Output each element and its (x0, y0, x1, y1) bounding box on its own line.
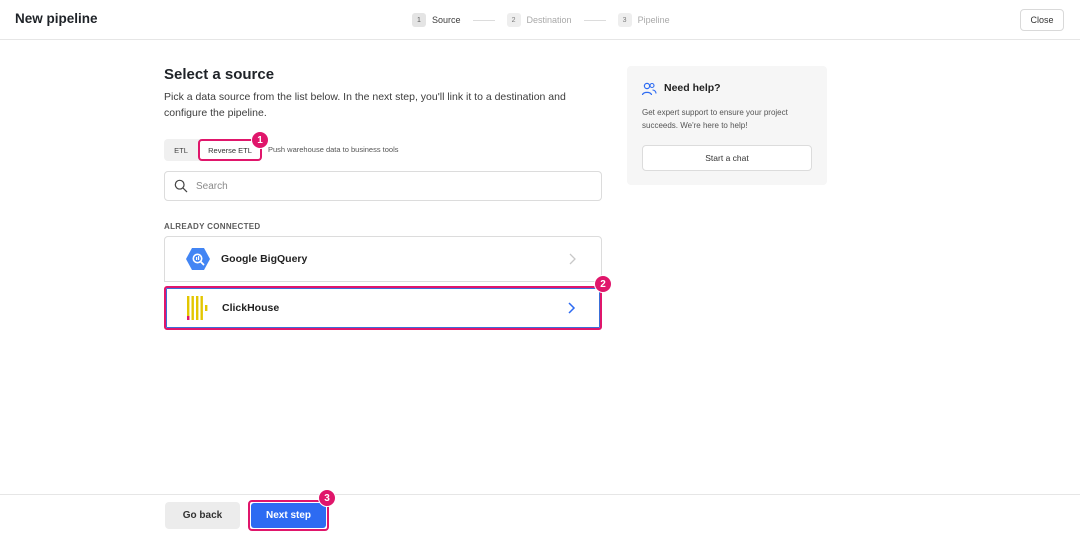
help-title: Need help? (664, 82, 721, 94)
annotation-marker-3: 3 (318, 489, 336, 507)
people-icon (641, 82, 657, 96)
source-name: Google BigQuery (221, 253, 308, 265)
source-type-tabs: ETL Reverse ETL (164, 139, 262, 161)
next-step-highlight: Next step (248, 500, 329, 531)
go-back-button[interactable]: Go back (165, 502, 240, 529)
page-title: Select a source (164, 66, 275, 83)
page-header-title: New pipeline (15, 11, 98, 26)
step-label: Source (432, 15, 461, 25)
source-item-google-bigquery[interactable]: Google BigQuery (164, 236, 602, 282)
help-panel: Need help? Get expert support to ensure … (627, 66, 827, 185)
step-pipeline: 3 Pipeline (617, 13, 670, 27)
footer-bar: Go back Next step (0, 494, 1080, 534)
step-destination: 2 Destination (506, 13, 572, 27)
next-step-button[interactable]: Next step (251, 503, 326, 528)
annotation-marker-1: 1 (251, 131, 269, 149)
search-icon (174, 179, 188, 193)
chevron-right-icon (568, 302, 576, 314)
clickhouse-icon (186, 295, 212, 321)
step-source: 1 Source (412, 13, 461, 27)
help-text: Get expert support to ensure your projec… (642, 108, 788, 130)
tab-hint: Push warehouse data to business tools (268, 145, 399, 154)
annotation-marker-2: 2 (594, 275, 612, 293)
step-number: 3 (617, 13, 632, 27)
search-box[interactable] (164, 171, 602, 201)
step-number: 2 (506, 13, 521, 27)
step-connector (472, 19, 495, 21)
top-bar: New pipeline 1 Source 2 Destination 3 Pi… (0, 0, 1080, 40)
section-label: ALREADY CONNECTED (164, 222, 261, 231)
tab-etl[interactable]: ETL (164, 139, 198, 161)
chevron-right-icon (569, 253, 576, 265)
step-number: 1 (412, 13, 426, 27)
page-description: Pick a data source from the list below. … (164, 91, 566, 119)
source-name: ClickHouse (222, 302, 280, 314)
bigquery-icon (185, 246, 211, 272)
close-button[interactable]: Close (1020, 9, 1064, 31)
step-label: Pipeline (637, 15, 670, 25)
step-connector (583, 19, 606, 21)
search-input[interactable] (196, 180, 576, 192)
stepper: 1 Source 2 Destination 3 Pipeline (412, 12, 670, 28)
start-chat-button[interactable]: Start a chat (642, 145, 812, 171)
step-label: Destination (526, 15, 572, 25)
source-item-clickhouse[interactable]: ClickHouse (164, 286, 602, 330)
